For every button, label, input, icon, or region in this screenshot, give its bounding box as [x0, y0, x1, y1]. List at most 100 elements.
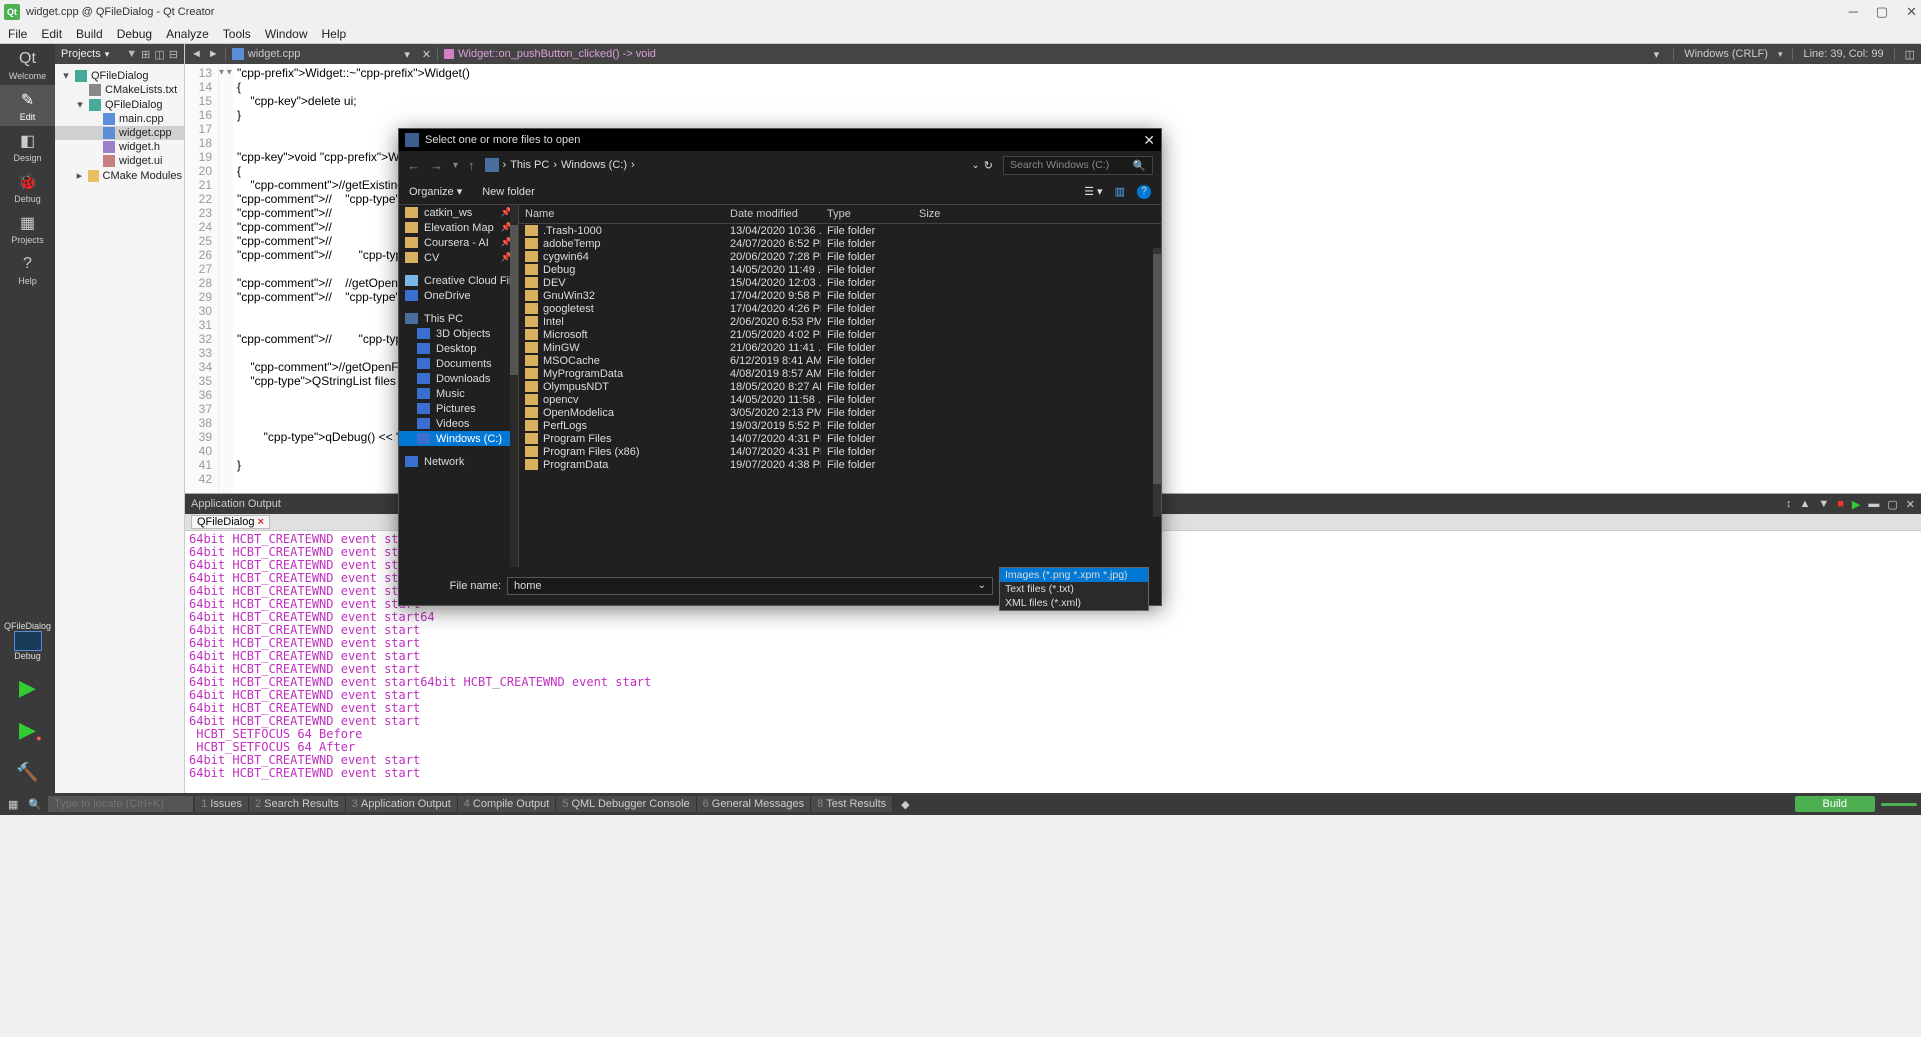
mode-edit[interactable]: ✎Edit	[0, 85, 55, 126]
organize-button[interactable]: Organize ▾	[409, 185, 462, 198]
file-row[interactable]: Program Files (x86)14/07/2020 4:31 PMFil…	[519, 445, 1161, 458]
sidebar-item[interactable]: Creative Cloud Fil	[399, 273, 518, 288]
output-filter-icon[interactable]: ↕	[1786, 498, 1792, 511]
file-row[interactable]: PerfLogs19/03/2019 5:52 PMFile folder	[519, 419, 1161, 432]
close-process-tab[interactable]: ×	[257, 516, 263, 528]
close-tab-button[interactable]: ✕	[416, 48, 437, 61]
file-row[interactable]: Program Files14/07/2020 4:31 PMFile fold…	[519, 432, 1161, 445]
close-button[interactable]: ✕	[1906, 4, 1917, 20]
maximize-button[interactable]: ▢	[1876, 4, 1888, 20]
column-size[interactable]: Size	[913, 208, 973, 220]
sidebar-item[interactable]: Downloads	[399, 371, 518, 386]
sidebar-item[interactable]: Desktop	[399, 341, 518, 356]
cursor-position[interactable]: Line: 39, Col: 99	[1803, 48, 1883, 60]
file-row[interactable]: MyProgramData4/08/2019 8:57 AMFile folde…	[519, 367, 1161, 380]
menu-build[interactable]: Build	[76, 27, 103, 41]
tree-item[interactable]: ▾QFileDialog	[55, 68, 184, 83]
menu-help[interactable]: Help	[322, 27, 347, 41]
split-icon[interactable]: ◫	[154, 48, 164, 61]
mode-help[interactable]: ?Help	[0, 249, 55, 290]
minimize-button[interactable]: ─	[1849, 4, 1858, 20]
file-row[interactable]: OpenModelica3/05/2020 2:13 PMFile folder	[519, 406, 1161, 419]
dialog-sidebar[interactable]: catkin_ws📌Elevation Map📌Coursera - AI📌CV…	[399, 205, 519, 567]
file-row[interactable]: .Trash-100013/04/2020 10:36 ...File fold…	[519, 224, 1161, 237]
file-row[interactable]: Intel2/06/2020 6:53 PMFile folder	[519, 315, 1161, 328]
output-close-icon[interactable]: ✕	[1906, 498, 1915, 511]
tree-item[interactable]: CMakeLists.txt	[55, 83, 184, 97]
dialog-search-input[interactable]: Search Windows (C:) 🔍	[1003, 156, 1153, 175]
output-min-icon[interactable]: ▬	[1868, 498, 1879, 511]
tree-item[interactable]: widget.ui	[55, 154, 184, 168]
mode-debug[interactable]: 🐞Debug	[0, 167, 55, 208]
menu-edit[interactable]: Edit	[41, 27, 62, 41]
build-status-button[interactable]: Build	[1795, 796, 1875, 812]
filter-option[interactable]: Text files (*.txt)	[1000, 582, 1148, 596]
status-tab-search-results[interactable]: 2Search Results	[249, 796, 346, 812]
sidebar-item[interactable]: CV📌	[399, 250, 518, 265]
run-debug-button[interactable]: ▶●	[8, 713, 48, 747]
file-row[interactable]: OlympusNDT18/05/2020 8:27 AMFile folder	[519, 380, 1161, 393]
nav-forward-button[interactable]: →	[430, 158, 443, 173]
build-button[interactable]: 🔨	[8, 755, 48, 789]
menu-file[interactable]: File	[8, 27, 27, 41]
output-process-tab[interactable]: QFileDialog ×	[191, 515, 270, 529]
filter-dropdown[interactable]: Images (*.png *.xpm *.jpg)Text files (*.…	[999, 567, 1149, 611]
newfolder-button[interactable]: New folder	[482, 186, 535, 198]
status-tab-test-results[interactable]: 8Test Results	[811, 796, 893, 812]
sidebar-item[interactable]: Coursera - AI📌	[399, 235, 518, 250]
file-row[interactable]: ProgramData19/07/2020 4:38 PMFile folder	[519, 458, 1161, 471]
run-kit-selector[interactable]: QFileDialog Debug	[0, 615, 55, 667]
filename-input[interactable]: home ⌄	[507, 577, 993, 595]
file-row[interactable]: cygwin6420/06/2020 7:28 PMFile folder	[519, 250, 1161, 263]
filter-option[interactable]: Images (*.png *.xpm *.jpg)	[1000, 568, 1148, 582]
filename-dropdown-icon[interactable]: ⌄	[978, 580, 986, 592]
dialog-close-button[interactable]: ✕	[1143, 132, 1155, 149]
file-row[interactable]: googletest17/04/2020 4:26 PMFile folder	[519, 302, 1161, 315]
output-stop-icon[interactable]: ■	[1837, 498, 1844, 511]
more-tabs-icon[interactable]: ◆	[895, 798, 915, 811]
status-tab-application-output[interactable]: 3Application Output	[346, 796, 458, 812]
run-button[interactable]: ▶	[8, 671, 48, 705]
status-tab-qml-debugger-console[interactable]: 5QML Debugger Console	[556, 796, 696, 812]
file-row[interactable]: adobeTemp24/07/2020 6:52 PMFile folder	[519, 237, 1161, 250]
path-dropdown-icon[interactable]: ⌄	[971, 160, 979, 171]
output-max-icon[interactable]: ▢	[1887, 498, 1897, 511]
sidebar-scrollbar[interactable]	[510, 205, 518, 567]
mode-design[interactable]: ◧Design	[0, 126, 55, 167]
output-prev-icon[interactable]: ▲	[1799, 498, 1810, 511]
help-button[interactable]: ?	[1137, 185, 1151, 199]
locator-icon[interactable]: ▦	[4, 798, 22, 811]
nav-back-button[interactable]: ←	[407, 158, 420, 173]
preview-button[interactable]: ▥	[1115, 185, 1125, 198]
view-button[interactable]: ☰ ▾	[1084, 185, 1102, 198]
sidebar-item[interactable]: Pictures	[399, 401, 518, 416]
tree-item[interactable]: ▸CMake Modules	[55, 168, 184, 183]
file-row[interactable]: Debug14/05/2020 11:49 ...File folder	[519, 263, 1161, 276]
file-row[interactable]: GnuWin3217/04/2020 9:58 PMFile folder	[519, 289, 1161, 302]
project-tree[interactable]: ▾QFileDialogCMakeLists.txt▾QFileDialogma…	[55, 64, 184, 793]
file-row[interactable]: Microsoft21/05/2020 4:02 PMFile folder	[519, 328, 1161, 341]
forward-button[interactable]: ►	[208, 48, 219, 60]
file-row[interactable]: MSOCache6/12/2019 8:41 AMFile folder	[519, 354, 1161, 367]
sidebar-item[interactable]: Music	[399, 386, 518, 401]
nav-recent-button[interactable]: ▾	[453, 160, 458, 171]
sync-icon[interactable]: ⊞	[141, 48, 150, 61]
tree-item[interactable]: main.cpp	[55, 112, 184, 126]
menu-window[interactable]: Window	[265, 27, 308, 41]
locator-input[interactable]	[48, 796, 193, 812]
sidebar-thispc[interactable]: This PC	[399, 311, 518, 326]
nav-up-button[interactable]: ↑	[468, 158, 475, 173]
column-date[interactable]: Date modified	[724, 208, 821, 220]
sidebar-item[interactable]: 3D Objects	[399, 326, 518, 341]
mode-projects[interactable]: ▦Projects	[0, 208, 55, 249]
status-tab-issues[interactable]: 1Issues	[195, 796, 249, 812]
breadcrumb[interactable]: › This PC › Windows (C:) › ⌄ ↻	[485, 158, 993, 172]
split-editor-icon[interactable]: ◫	[1905, 48, 1915, 61]
sidebar-item[interactable]: OneDrive	[399, 288, 518, 303]
file-row[interactable]: opencv14/05/2020 11:58 ...File folder	[519, 393, 1161, 406]
function-selector[interactable]: Widget::on_pushButton_clicked() -> void	[438, 48, 662, 60]
status-tab-general-messages[interactable]: 6General Messages	[697, 796, 811, 812]
file-tab[interactable]: widget.cpp ▾	[226, 48, 416, 61]
menu-debug[interactable]: Debug	[117, 27, 152, 41]
sidebar-item[interactable]: Videos	[399, 416, 518, 431]
